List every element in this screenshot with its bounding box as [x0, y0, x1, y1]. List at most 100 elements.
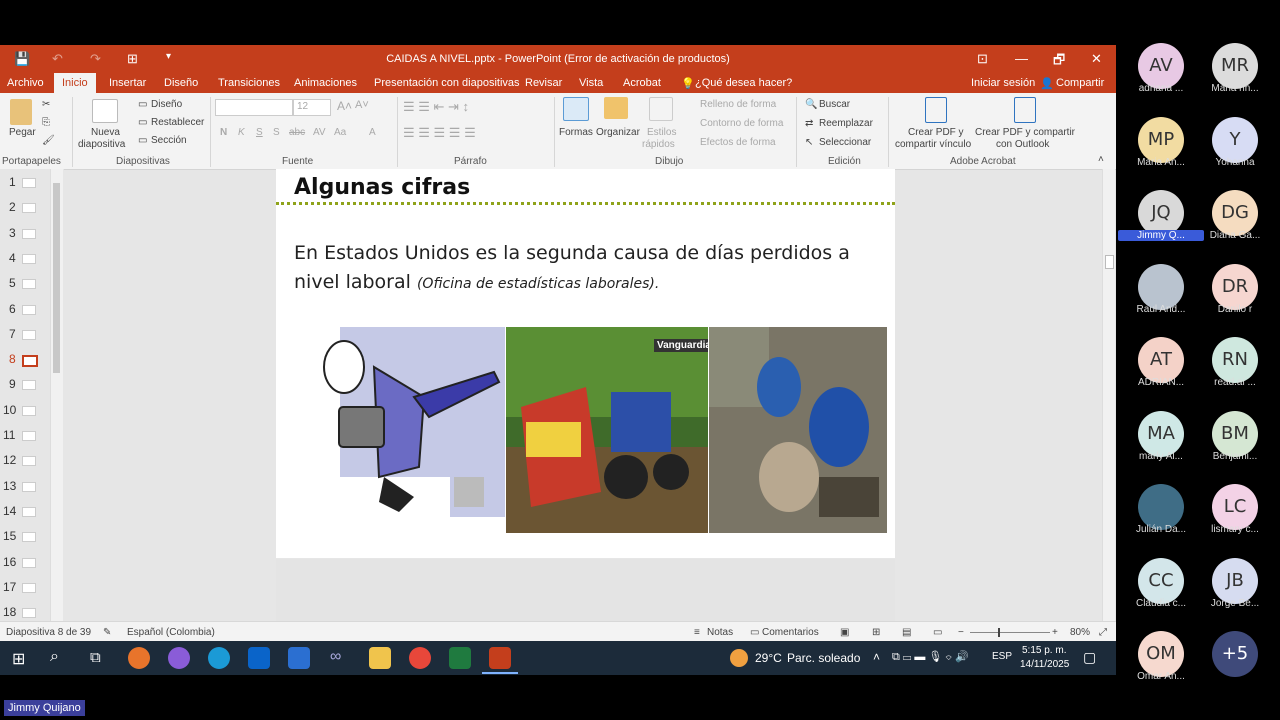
pdf-link-icon[interactable] — [925, 97, 947, 123]
pdf-link-label-1[interactable]: Crear PDF y — [908, 127, 964, 138]
notes-area[interactable] — [276, 559, 895, 621]
font-color-button[interactable]: A — [369, 127, 376, 138]
slide-thumbnail-2[interactable]: 2 — [9, 200, 49, 214]
zoom-out-icon[interactable]: − — [958, 627, 964, 638]
language-indicator[interactable]: Español (Colombia) — [127, 627, 215, 638]
shapes-icon[interactable] — [563, 97, 589, 121]
participant-tile[interactable]: JB Jorge Be... — [1192, 557, 1272, 628]
tab-inicio[interactable]: Inicio — [54, 73, 96, 93]
slide-thumbnail-13[interactable]: 13 — [3, 479, 43, 493]
reading-view-icon[interactable]: ▤ — [902, 627, 911, 638]
shape-outline-button[interactable]: Contorno de forma — [700, 118, 783, 129]
participant-tile[interactable]: DR Danilo r — [1192, 263, 1272, 334]
task-view-icon[interactable]: ⧉ — [90, 649, 101, 666]
format-painter-icon[interactable]: 🖌 — [42, 135, 55, 146]
search-taskbar-icon[interactable]: ⌕ — [50, 648, 59, 666]
slide-thumbnail-14[interactable]: 14 — [3, 504, 43, 518]
slide-thumbnail-preview[interactable] — [22, 405, 36, 416]
tell-me-search[interactable]: ¿Qué desea hacer? — [695, 77, 792, 89]
slide-title[interactable]: Algunas cifras — [294, 175, 470, 200]
participant-tile[interactable]: Y Yohanna — [1192, 116, 1272, 187]
slide-thumbnail-3[interactable]: 3 — [9, 226, 49, 240]
edge-icon[interactable] — [208, 647, 230, 669]
slide-thumbnail-preview[interactable] — [22, 456, 36, 467]
slide-thumbnail-5[interactable]: 5 — [9, 276, 49, 290]
collapse-ribbon-icon[interactable]: ˄ — [1098, 154, 1104, 165]
minimize-button[interactable]: — — [1015, 51, 1028, 66]
truck-tractor-photo[interactable]: Vanguardia — [506, 327, 708, 533]
zoom-slider-thumb[interactable] — [998, 628, 1000, 637]
italic-button[interactable]: K — [238, 127, 245, 138]
slide-sorter-icon[interactable]: ⊞ — [872, 627, 880, 638]
meet-icon[interactable]: ∞ — [330, 648, 341, 666]
slide-thumbnail-preview[interactable] — [22, 178, 36, 188]
slide-body-text[interactable]: En Estados Unidos es la segunda causa de… — [294, 239, 884, 299]
participant-tile[interactable]: RN read.ai ... — [1192, 337, 1272, 407]
temperature[interactable]: 29°C — [755, 651, 782, 665]
input-language[interactable]: ESP — [992, 651, 1012, 662]
spellcheck-icon[interactable]: ✎ — [103, 627, 111, 638]
zoom-level[interactable]: 80% — [1070, 627, 1090, 638]
shape-fill-button[interactable]: Relleno de forma — [700, 99, 776, 110]
participant-tile[interactable]: MR Maria rin... — [1192, 43, 1272, 113]
slide-thumbnail-preview[interactable] — [22, 228, 36, 239]
slide-thumbnail-16[interactable]: 16 — [3, 555, 43, 569]
excel-icon[interactable] — [449, 647, 471, 669]
slide-thumbnail-11[interactable]: 11 — [3, 428, 43, 442]
layout-button[interactable]: Diseño — [151, 99, 182, 110]
slide-thumbnail-17[interactable]: 17 — [3, 580, 43, 594]
tab-vista[interactable]: Vista — [579, 77, 603, 89]
chrome-icon[interactable] — [409, 647, 431, 669]
slide-thumbnail-preview[interactable] — [22, 431, 36, 441]
arrange-button[interactable]: Organizar — [596, 127, 640, 138]
ribbon-display-options-icon[interactable]: ⊡ — [977, 51, 988, 67]
slide-thumbnail-preview[interactable] — [22, 481, 36, 492]
tab-insertar[interactable]: Insertar — [109, 77, 146, 89]
mud-rescue-photo[interactable] — [709, 327, 887, 533]
slide-thumbnail-1[interactable]: 1 — [9, 175, 49, 189]
slide-thumbnail-12[interactable]: 12 — [3, 453, 43, 467]
strikethrough-button[interactable]: abc — [289, 127, 305, 138]
firefox-icon[interactable] — [128, 647, 150, 669]
pdf-outlook-label-2[interactable]: con Outlook — [996, 139, 1049, 150]
store-icon[interactable] — [288, 647, 310, 669]
slide-canvas[interactable]: Algunas cifras En Estados Unidos es la s… — [276, 169, 895, 558]
participant-tile[interactable]: +5 — [1192, 631, 1272, 701]
participant-tile[interactable]: CC Claudia c... — [1118, 557, 1198, 628]
quick-styles-label-1[interactable]: Estilos — [647, 127, 676, 138]
participant-tile[interactable]: MP Maria An... — [1118, 116, 1198, 187]
slide-thumbnail-preview[interactable] — [22, 506, 36, 517]
change-case-button[interactable]: Aa — [334, 127, 346, 138]
tab-acrobat[interactable]: Acrobat — [623, 77, 661, 89]
tray-chevron-icon[interactable]: ˄ — [873, 650, 880, 664]
shape-effects-button[interactable]: Efectos de forma — [700, 137, 776, 148]
participant-tile[interactable]: DG Diana Ga... — [1192, 190, 1272, 260]
participant-tile[interactable]: MA marly Al... — [1118, 410, 1198, 481]
slide-thumbnail-preview[interactable] — [22, 532, 36, 543]
thumbnail-scrollbar[interactable] — [50, 169, 63, 621]
participant-tile[interactable]: OM Omar An... — [1118, 631, 1198, 701]
slide-thumbnail-7[interactable]: 7 — [9, 327, 49, 341]
arrange-icon[interactable] — [604, 97, 628, 119]
participant-tile[interactable]: AT ADRIAN... — [1118, 337, 1198, 407]
weather-icon[interactable] — [730, 649, 748, 667]
slide-scroll-thumb[interactable] — [1105, 255, 1114, 269]
bold-button[interactable]: N — [220, 127, 227, 138]
slide-thumbnail-6[interactable]: 6 — [9, 302, 49, 316]
section-button[interactable]: Sección — [151, 135, 187, 146]
fit-to-window-icon[interactable]: ⤢ — [1099, 627, 1107, 638]
notes-button[interactable]: Notas — [707, 627, 733, 638]
slide-thumbnail-10[interactable]: 10 — [3, 403, 43, 417]
font-size-select[interactable]: 12 — [293, 99, 331, 116]
find-button[interactable]: Buscar — [819, 99, 850, 110]
powerpoint-taskbar-icon[interactable] — [489, 647, 511, 669]
participant-tile[interactable]: AV adriana ... — [1118, 43, 1198, 113]
slide-thumbnail-18[interactable]: 18 — [3, 605, 43, 619]
paste-label[interactable]: Pegar — [9, 127, 36, 138]
shapes-button[interactable]: Formas — [559, 127, 593, 138]
participant-tile[interactable]: BM Benjami... — [1192, 410, 1272, 481]
slideshow-icon[interactable]: ▭ — [933, 627, 942, 638]
slide-thumbnail-preview[interactable] — [22, 203, 36, 214]
clock-date[interactable]: 14/11/2025 — [1020, 659, 1069, 670]
paste-icon[interactable] — [10, 99, 32, 125]
